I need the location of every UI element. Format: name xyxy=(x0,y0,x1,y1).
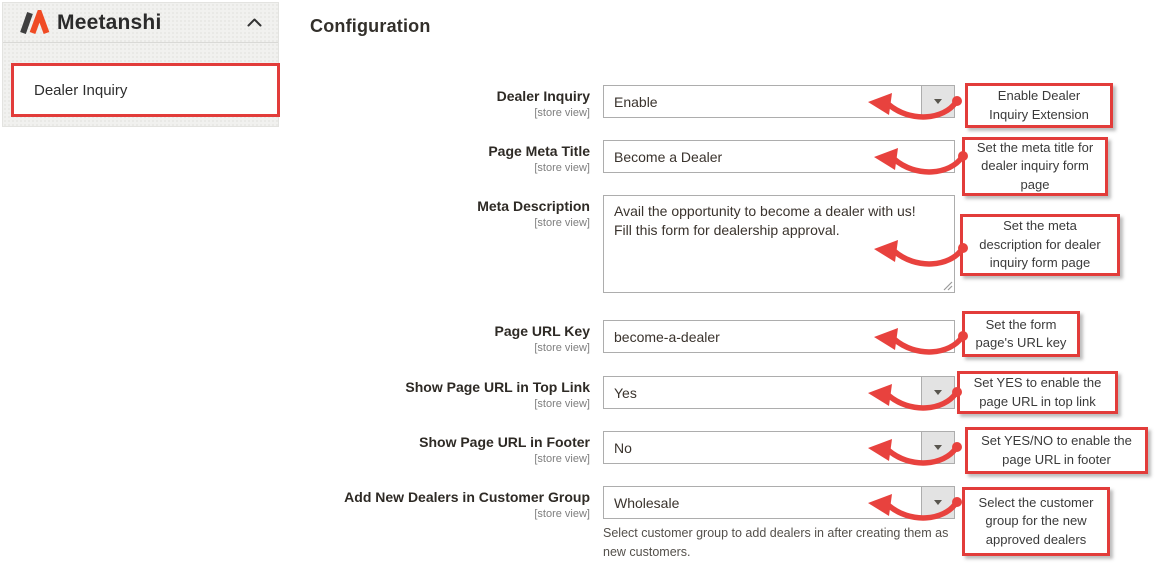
annotation-callout: Set the meta description for dealer inqu… xyxy=(960,214,1120,276)
field-label-meta-description: Meta Description [store view] xyxy=(300,197,590,231)
sidebar-header: Meetanshi xyxy=(3,3,278,43)
brand-name: Meetanshi xyxy=(57,11,162,35)
field-label-customer-group: Add New Dealers in Customer Group [store… xyxy=(300,488,590,522)
annotation-callout: Enable Dealer Inquiry Extension xyxy=(965,83,1113,128)
scope-label: [store view] xyxy=(300,452,590,467)
annotation-arrow xyxy=(862,489,962,523)
field-label-page-url-key: Page URL Key [store view] xyxy=(300,322,590,356)
annotation-arrow xyxy=(868,143,968,177)
scope-label: [store view] xyxy=(300,507,590,522)
field-label-show-url-footer: Show Page URL in Footer [store view] xyxy=(300,433,590,467)
annotation-arrow xyxy=(862,88,962,122)
sidebar: Meetanshi Dealer Inquiry xyxy=(2,2,279,127)
page-title: Configuration xyxy=(310,16,431,37)
scope-label: [store view] xyxy=(300,106,590,121)
annotation-callout: Select the customer group for the new ap… xyxy=(962,487,1110,556)
scope-label: [store view] xyxy=(300,161,590,176)
collapse-chevron-up-icon[interactable] xyxy=(247,18,262,27)
field-label-page-meta-title: Page Meta Title [store view] xyxy=(300,142,590,176)
annotation-callout: Set YES to enable the page URL in top li… xyxy=(957,371,1118,414)
annotation-arrow xyxy=(862,379,962,413)
annotation-callout: Set the form page's URL key xyxy=(962,311,1080,357)
scope-label: [store view] xyxy=(300,216,590,231)
field-label-show-url-top-link: Show Page URL in Top Link [store view] xyxy=(300,378,590,412)
annotation-arrow xyxy=(868,323,968,357)
annotation-arrow xyxy=(862,434,962,468)
scope-label: [store view] xyxy=(300,341,590,356)
annotation-callout: Set the meta title for dealer inquiry fo… xyxy=(962,137,1108,196)
sidebar-item-label: Dealer Inquiry xyxy=(34,82,127,99)
annotation-arrow xyxy=(868,235,968,269)
annotation-callout: Set YES/NO to enable the page URL in foo… xyxy=(965,427,1148,474)
sidebar-item-dealer-inquiry[interactable]: Dealer Inquiry xyxy=(11,63,280,117)
scope-label: [store view] xyxy=(300,397,590,412)
field-label-dealer-inquiry: Dealer Inquiry [store view] xyxy=(300,87,590,121)
customer-group-note: Select customer group to add dealers in … xyxy=(603,524,955,562)
meetanshi-logo-icon xyxy=(17,10,50,35)
